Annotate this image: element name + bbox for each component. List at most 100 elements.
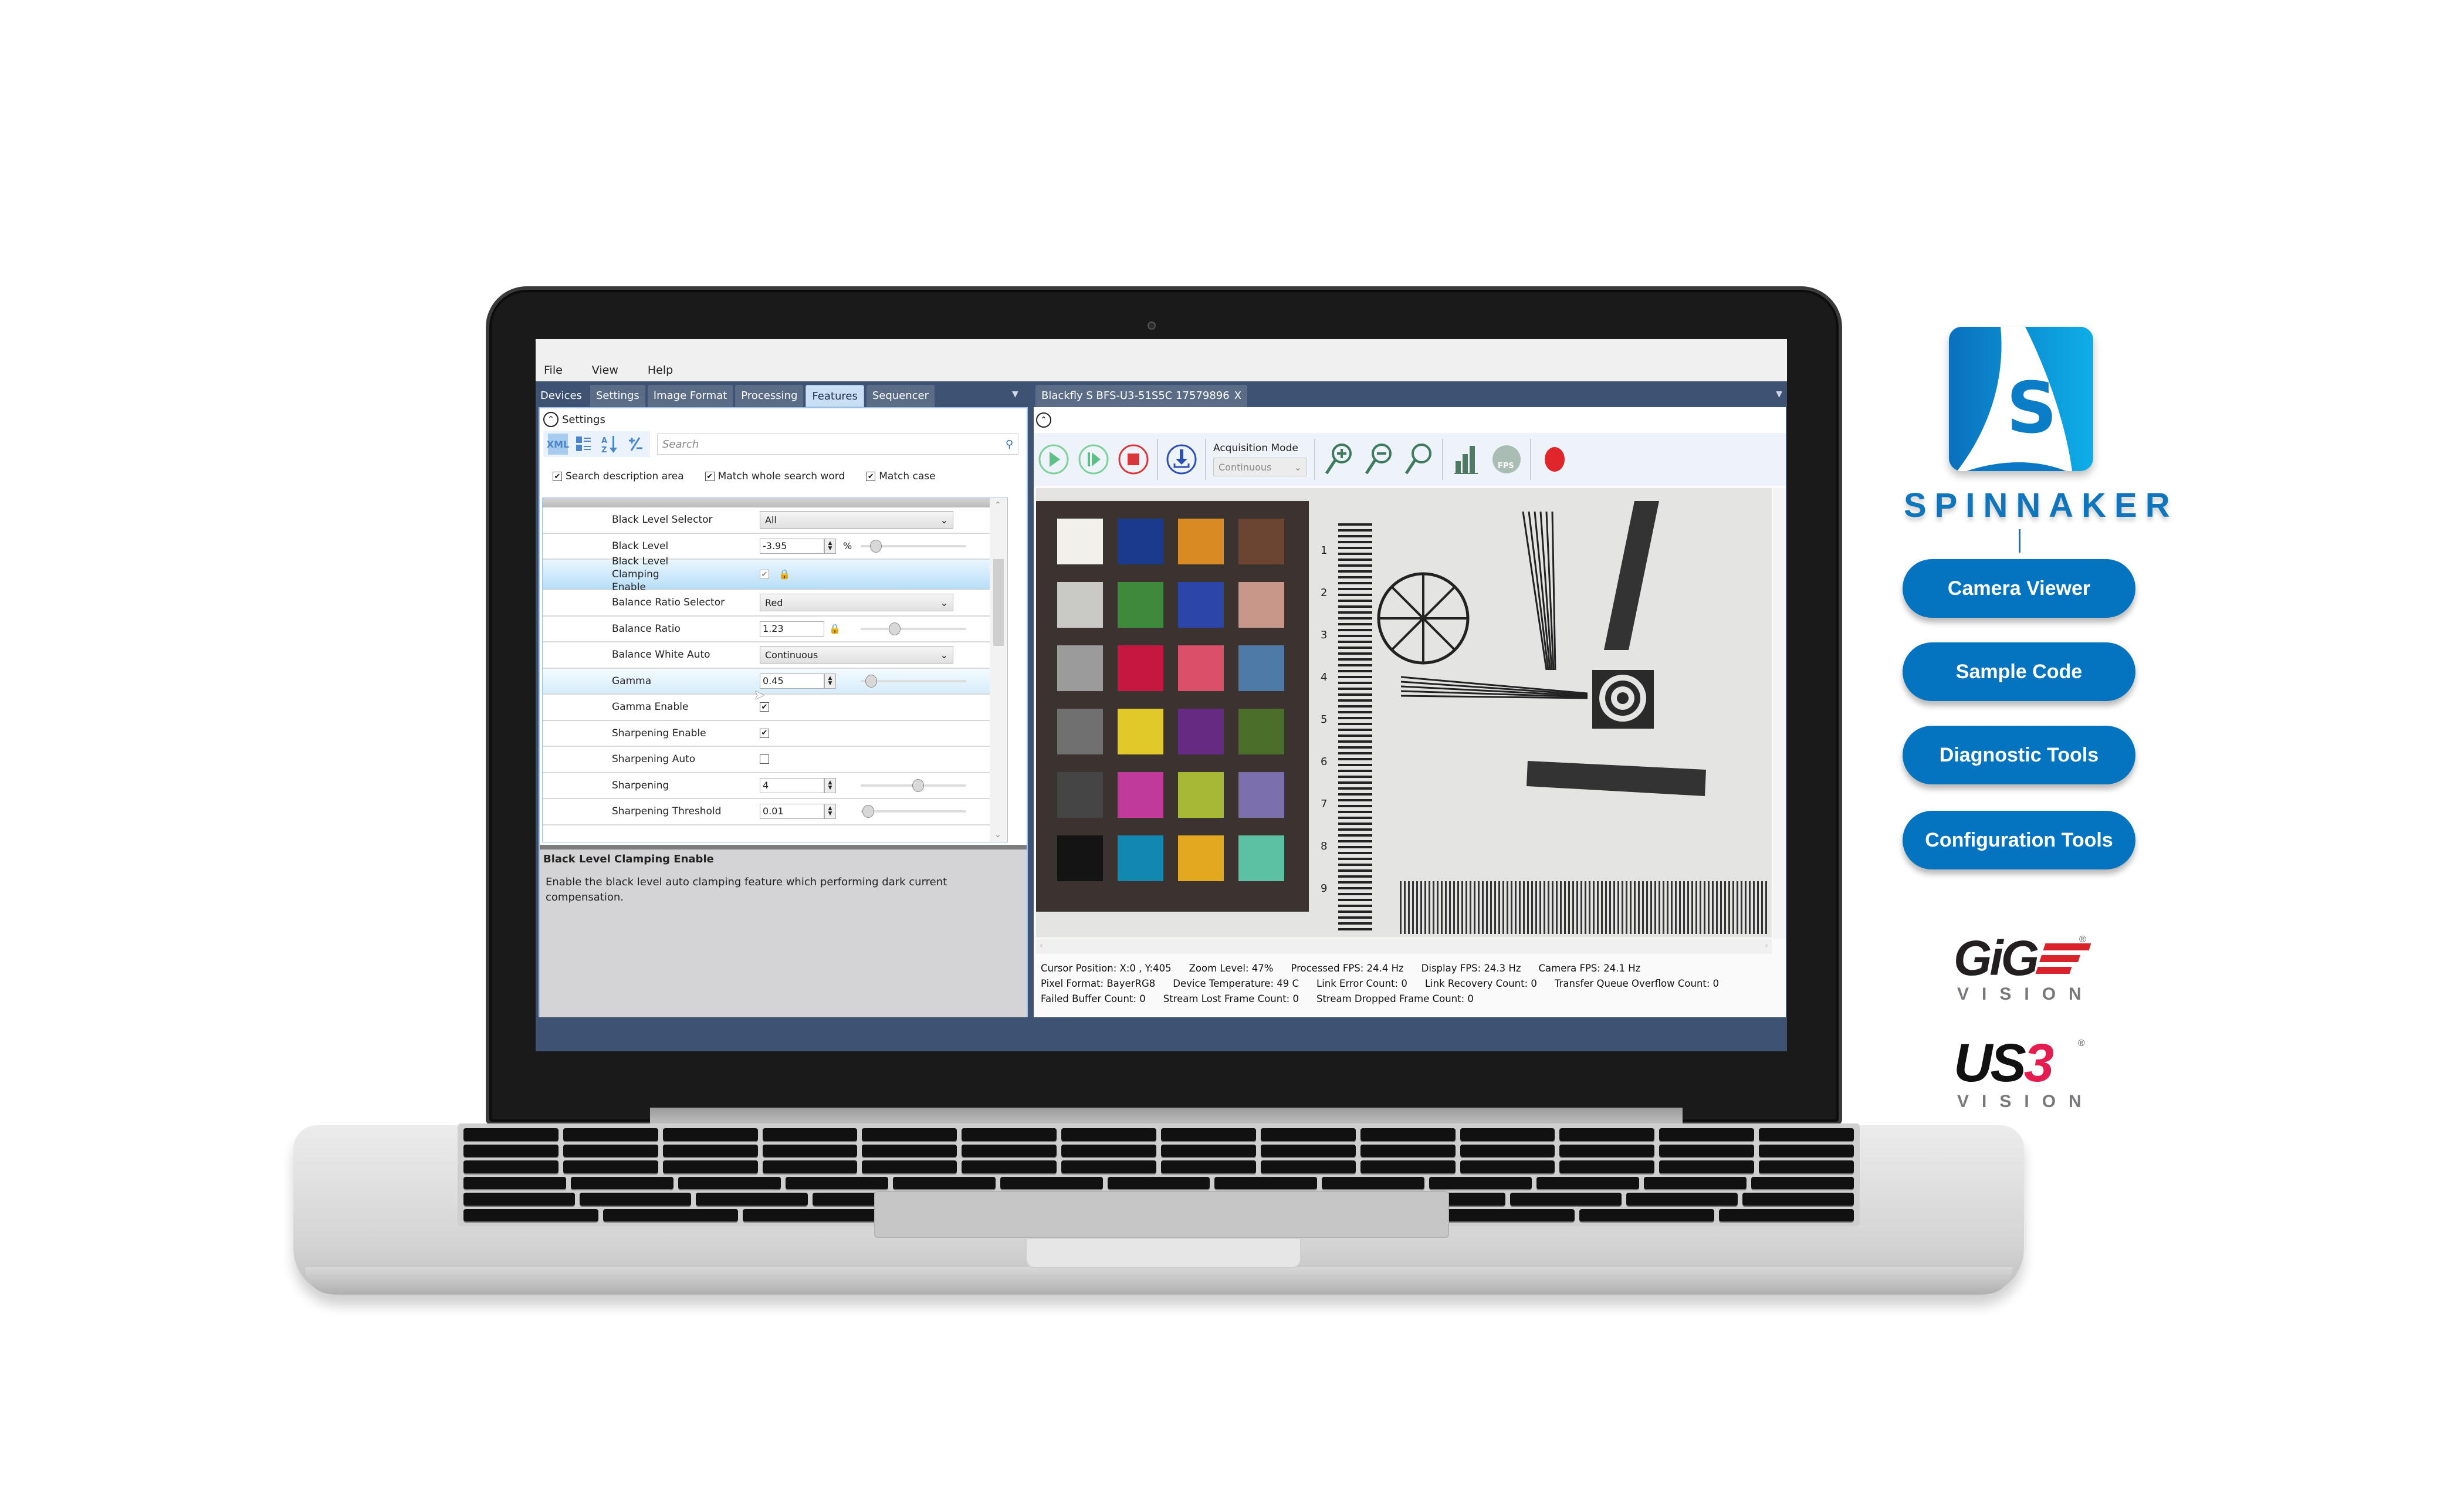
tab-overflow-icon[interactable]: ▼: [1012, 390, 1018, 399]
feature-slider[interactable]: [861, 539, 966, 553]
color-patch: [1178, 582, 1224, 628]
sort-az-icon[interactable]: AZ: [600, 434, 620, 455]
menu-view[interactable]: View: [592, 364, 618, 377]
fps-icon[interactable]: FPS: [1490, 441, 1523, 478]
color-patch: [1178, 772, 1224, 818]
feature-checkbox[interactable]: ✔: [760, 728, 769, 738]
configuration-tools-button[interactable]: Configuration Tools: [1903, 811, 2135, 869]
feature-value-input[interactable]: 0.45: [760, 673, 824, 689]
feature-dropdown[interactable]: All ⌄: [760, 511, 953, 529]
feature-row[interactable]: Balance White Auto Continuous ⌄: [543, 642, 1007, 669]
tab-sequencer[interactable]: Sequencer: [866, 385, 935, 407]
feature-checkbox[interactable]: ✔: [760, 702, 769, 712]
feature-row[interactable]: Black Level Clamping Enable ✔ 🔒: [543, 556, 1007, 593]
categorized-view-icon[interactable]: [574, 434, 594, 455]
plus-minus-icon[interactable]: [625, 434, 645, 455]
resolution-bar: [1404, 881, 1406, 934]
tab-camera[interactable]: Blackfly S BFS-U3-51S5C 17579896 X: [1035, 385, 1248, 407]
feature-row[interactable]: Balance Ratio Selector Red ⌄: [543, 590, 1007, 617]
scroll-thumb[interactable]: [993, 559, 1004, 646]
slider-thumb[interactable]: [870, 539, 882, 553]
feature-slider[interactable]: [861, 805, 966, 818]
search-icon[interactable]: ⚲: [1006, 438, 1013, 451]
resolution-bar: [1507, 881, 1508, 934]
checkbox[interactable]: ✔: [866, 472, 876, 481]
play-icon[interactable]: [1037, 441, 1070, 478]
option-search-description-area[interactable]: ✔ Search description area: [553, 466, 684, 487]
feature-row[interactable]: Gamma 0.45 ▲ ▼: [543, 668, 1007, 695]
slider-thumb[interactable]: [912, 779, 924, 792]
spinner-icon[interactable]: ▲ ▼: [824, 777, 836, 793]
save-download-icon[interactable]: [1165, 441, 1198, 478]
search-input[interactable]: Search ⚲: [657, 434, 1018, 455]
tab-settings[interactable]: Settings: [590, 385, 645, 407]
checkbox[interactable]: ✔: [553, 472, 562, 481]
feature-row[interactable]: Sharpening Auto: [543, 747, 1007, 773]
feature-value-input[interactable]: 1.23: [760, 621, 824, 637]
feature-row[interactable]: Black Level Selector All ⌄: [543, 507, 1007, 534]
collapse-icon[interactable]: ⌃: [543, 412, 559, 427]
feature-value-input[interactable]: 4: [760, 777, 824, 793]
feature-slider[interactable]: [861, 622, 966, 635]
feature-dropdown[interactable]: Red ⌄: [760, 594, 953, 612]
feature-slider[interactable]: [861, 779, 966, 792]
image-vertical-scrollbar[interactable]: [1773, 488, 1786, 939]
xml-view-icon[interactable]: XML: [547, 434, 569, 455]
camera-image[interactable]: 1 2 3 4 5 6 7 8 9: [1036, 488, 1772, 937]
feature-value-input[interactable]: 0.01: [760, 804, 824, 820]
tab-features[interactable]: Features: [805, 385, 864, 407]
slider-thumb[interactable]: [889, 622, 901, 635]
tab-processing[interactable]: Processing: [735, 385, 804, 407]
image-horizontal-scrollbar[interactable]: ‹ ›: [1036, 939, 1772, 954]
sample-code-button[interactable]: Sample Code: [1903, 642, 2135, 701]
slider-thumb[interactable]: [862, 805, 875, 818]
stop-icon[interactable]: [1117, 441, 1150, 478]
scroll-down-icon[interactable]: ⌄: [994, 830, 1001, 840]
tab-overflow-icon[interactable]: ▼: [1776, 390, 1782, 399]
feature-row[interactable]: Sharpening Enable ✔: [543, 721, 1007, 747]
feature-row[interactable]: Gamma Enable ✔: [543, 695, 1007, 721]
spinner-icon[interactable]: ▲ ▼: [824, 538, 836, 554]
color-patch: [1238, 519, 1284, 564]
spinner-icon[interactable]: ▲ ▼: [824, 673, 836, 689]
record-icon[interactable]: [1538, 441, 1571, 478]
spinner-icon[interactable]: ▲ ▼: [824, 804, 836, 820]
feature-slider[interactable]: [861, 674, 966, 688]
histogram-icon[interactable]: [1450, 441, 1483, 478]
feature-checkbox[interactable]: ✔: [760, 570, 769, 579]
feature-dropdown[interactable]: Continuous ⌄: [760, 646, 953, 664]
menu-help[interactable]: Help: [648, 364, 673, 377]
keyboard-key: [1509, 1193, 1622, 1206]
feature-value-input[interactable]: -3.95: [760, 538, 824, 554]
zoom-fit-icon[interactable]: [1402, 441, 1435, 478]
feature-row[interactable]: Balance Ratio 1.23 🔒: [543, 617, 1007, 642]
tab-image-format[interactable]: Image Format: [647, 385, 733, 407]
resolution-bar: [1511, 881, 1512, 934]
menu-file[interactable]: File: [544, 364, 563, 377]
zoom-out-icon[interactable]: [1362, 441, 1395, 478]
play-single-icon[interactable]: [1077, 441, 1110, 478]
feature-row[interactable]: Sharpening 4 ▲ ▼: [543, 773, 1007, 799]
resolution-bar: [1498, 881, 1500, 934]
acquisition-mode-dropdown[interactable]: Continuous ⌄: [1213, 458, 1307, 476]
feature-grid-scrollbar[interactable]: ⌃ ⌄: [990, 498, 1007, 842]
scroll-up-icon[interactable]: ⌃: [994, 500, 1001, 510]
diagnostic-tools-button[interactable]: Diagnostic Tools: [1903, 726, 2135, 784]
option-match-case[interactable]: ✔ Match case: [866, 466, 936, 487]
zoom-in-icon[interactable]: [1322, 441, 1355, 478]
feature-checkbox[interactable]: [760, 754, 769, 764]
scroll-right-icon[interactable]: ›: [1765, 941, 1768, 952]
scroll-left-icon[interactable]: ‹: [1040, 941, 1043, 952]
close-icon[interactable]: X: [1234, 390, 1241, 402]
checkbox[interactable]: ✔: [705, 472, 715, 481]
camera-viewer-button[interactable]: Camera Viewer: [1903, 559, 2135, 618]
option-match-whole-search-word[interactable]: ✔ Match whole search word: [705, 466, 845, 487]
keyboard-key: [1429, 1176, 1532, 1189]
keyboard-key: [862, 1144, 957, 1157]
panel-splitter[interactable]: [540, 845, 1027, 849]
feature-row[interactable]: Sharpening Threshold 0.01 ▲ ▼: [543, 799, 1007, 825]
slider-thumb[interactable]: [865, 674, 877, 688]
collapse-icon[interactable]: ⌃: [1036, 412, 1051, 428]
resolution-bar: [1338, 846, 1372, 848]
tab-devices[interactable]: Devices: [540, 385, 588, 407]
